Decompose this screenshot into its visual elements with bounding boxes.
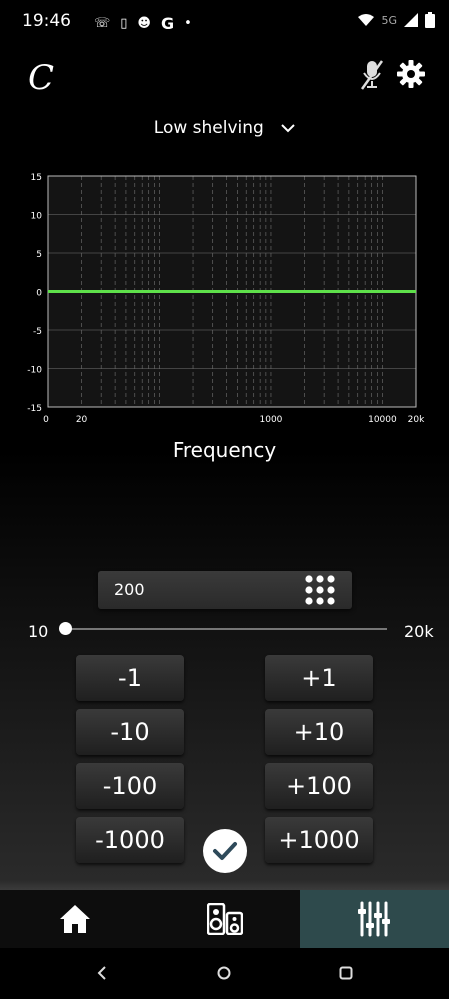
plus-100-button[interactable]: +100 (265, 763, 373, 809)
home-icon (60, 905, 90, 933)
status-time: 19:46 (22, 11, 71, 31)
minus-1-button[interactable]: -1 (76, 655, 184, 701)
minus-1000-button[interactable]: -1000 (76, 817, 184, 863)
slider-min-label: 10 (28, 622, 49, 641)
chart-y-tick-label: 10 (31, 212, 43, 222)
google-icon: G (160, 14, 175, 33)
chart-y-tick-label: 5 (36, 250, 42, 260)
gear-icon[interactable] (397, 60, 425, 88)
tab-equalizer[interactable] (300, 890, 449, 948)
system-navigation-bar (0, 948, 449, 999)
battery-icon (425, 12, 435, 28)
tab-speakers[interactable] (150, 890, 300, 948)
confirm-button[interactable] (203, 829, 247, 873)
plus-1000-button[interactable]: +1000 (265, 817, 373, 863)
app-logo: C (28, 58, 55, 98)
keypad-icon[interactable] (304, 574, 336, 606)
sim-icon: ▯ (120, 16, 128, 31)
chart-x-axis-label: Frequency (172, 438, 277, 462)
mic-off-icon[interactable] (358, 59, 386, 91)
frequency-value: 200 (114, 580, 145, 599)
chevron-down-icon (281, 123, 295, 132)
chart-x-tick-label: 10000 (368, 415, 397, 425)
tab-home[interactable] (0, 890, 150, 948)
face-icon: ☻ (137, 16, 151, 31)
frequency-value-field[interactable]: 200 (98, 571, 352, 609)
checkmark-icon (213, 842, 237, 860)
minus-100-button[interactable]: -100 (76, 763, 184, 809)
frequency-response-chart: 151050-5-10-150 20 1000 10000 20k (27, 173, 425, 425)
chart-y-tick-label: -5 (33, 327, 42, 337)
chart-y-tick-label: 0 (36, 289, 42, 299)
status-right: 5G (357, 12, 435, 28)
plus-1-button[interactable]: +1 (265, 655, 373, 701)
signal-icon (404, 13, 418, 27)
recents-icon[interactable] (339, 966, 353, 980)
network-label: 5G (381, 13, 397, 27)
chart-y-tick-label: -10 (27, 366, 42, 376)
equalizer-icon (358, 901, 390, 937)
slider-max-label: 20k (404, 622, 434, 641)
filter-type-label: Low shelving (153, 118, 264, 138)
bottom-tab-bar (0, 890, 449, 948)
filter-type-dropdown[interactable]: Low shelving (0, 118, 449, 138)
chart-x-tick-label: 20k (408, 415, 425, 425)
missed-call-icon: ☏ (94, 16, 111, 31)
plus-10-button[interactable]: +10 (265, 709, 373, 755)
dot-icon: • (184, 16, 192, 31)
speaker-icon (207, 903, 243, 935)
status-bar: 19:46 ☏ ▯ ☻ G • 5G (0, 0, 449, 44)
minus-10-button[interactable]: -10 (76, 709, 184, 755)
notification-icons: ☏ ▯ ☻ G • (94, 14, 192, 33)
chart-x-tick-label: 20 (76, 415, 88, 425)
home-circle-icon[interactable] (217, 966, 231, 980)
chart-x-tick-label: 0 (43, 415, 49, 425)
chart-x-tick-label: 1000 (260, 415, 283, 425)
wifi-icon (358, 14, 375, 26)
frequency-slider-thumb[interactable] (59, 622, 72, 635)
chart-y-tick-label: 15 (31, 173, 42, 183)
back-icon[interactable] (95, 966, 109, 980)
chart-y-tick-label: -15 (27, 404, 42, 414)
frequency-slider-track[interactable] (65, 628, 387, 630)
